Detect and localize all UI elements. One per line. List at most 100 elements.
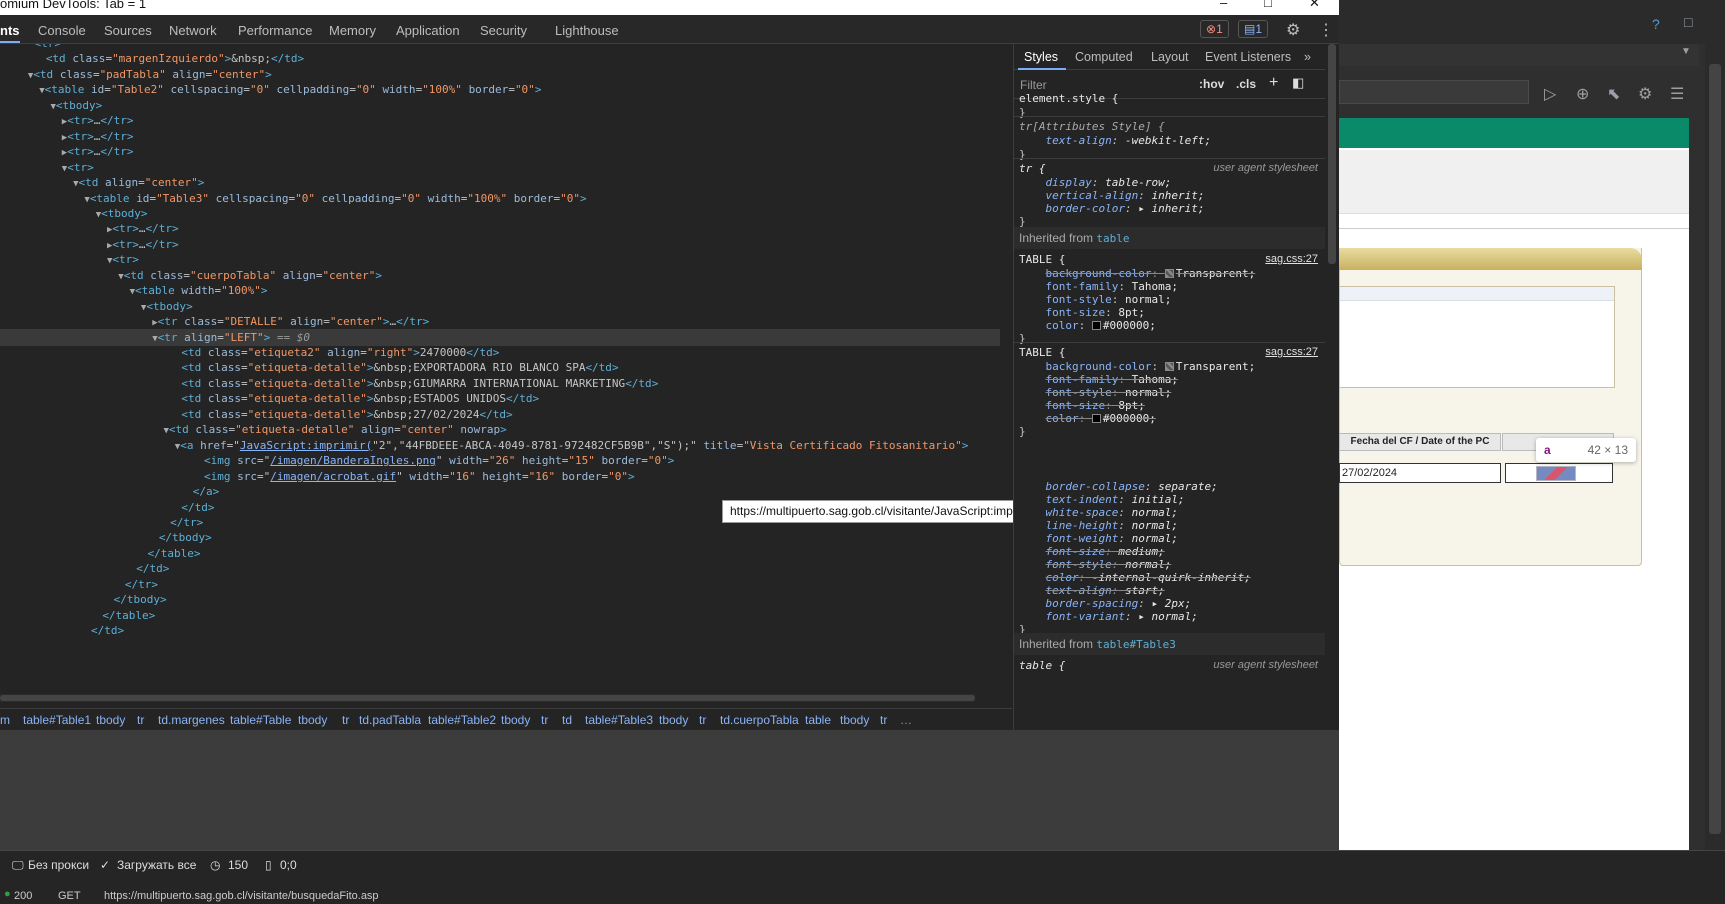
tab-lighthouse[interactable]: Lighthouse [555, 23, 619, 38]
dom-node[interactable]: </a> [186, 483, 220, 500]
resource-link[interactable]: /imagen/acrobat.gif [270, 470, 396, 483]
dom-node[interactable]: ▼<td class="etiqueta-detalle" align="cen… [164, 421, 507, 438]
breadcrumb-item[interactable]: td [562, 713, 572, 727]
breadcrumb-item[interactable]: tbody [96, 713, 125, 727]
dom-node[interactable]: </tr> [118, 576, 158, 593]
tab-console[interactable]: Console [38, 23, 86, 38]
dom-node[interactable]: ▼<tbody> [96, 205, 148, 222]
dom-node[interactable]: <img src="/imagen/acrobat.gif" width="16… [197, 468, 635, 485]
dom-node[interactable]: <td class="etiqueta-detalle">&nbsp;GIUMA… [175, 375, 658, 392]
dom-node[interactable]: ▼<tr> [107, 251, 139, 268]
styles-filter-input[interactable]: Filter [1020, 78, 1047, 92]
view-certificate-link[interactable] [1505, 463, 1613, 483]
dom-node[interactable]: ▶<tr>…</tr> [62, 128, 134, 145]
dom-node-selected[interactable]: ▼<tr align="LEFT"> == $0 [0, 328, 1000, 346]
dom-node[interactable]: <img src="/imagen/BanderaIngles.png" wid… [197, 452, 674, 469]
dom-node[interactable]: </tr> [164, 514, 203, 531]
english-flag-icon[interactable] [1536, 466, 1576, 481]
dom-node[interactable]: </td> [175, 499, 214, 516]
chevron-down-icon[interactable]: ▼ [1681, 46, 1691, 57]
breadcrumb-item[interactable]: tbody [659, 713, 688, 727]
breadcrumb-item[interactable]: tr [699, 713, 706, 727]
breadcrumb-item[interactable]: tbody [501, 713, 530, 727]
load-all-status[interactable]: Загружать все [117, 858, 196, 872]
message-badge[interactable]: ▤1 [1238, 20, 1269, 38]
tab-elements[interactable]: nts [0, 23, 20, 38]
tab-application[interactable]: Application [396, 23, 460, 38]
tab-layout[interactable]: Layout [1151, 50, 1189, 64]
dom-node[interactable]: ▼<td class="cuerpoTabla" align="center"> [118, 267, 382, 284]
tab-security[interactable]: Security [480, 23, 527, 38]
elements-tree[interactable]: <tr> <td class="margenIzquierdo">&nbsp;<… [0, 44, 1000, 708]
maximize-icon[interactable]: □ [1264, 0, 1272, 9]
breadcrumb-item[interactable]: tr [137, 713, 144, 727]
dom-node[interactable]: ▼<tbody> [141, 298, 193, 315]
cursor-icon[interactable]: ⬉ [1607, 84, 1620, 104]
add-rule-icon[interactable]: + [1269, 74, 1278, 92]
styles-scrollbar[interactable] [1325, 44, 1339, 730]
breadcrumb-item[interactable]: td.margenes [158, 713, 225, 727]
address-bar[interactable] [1339, 80, 1529, 104]
settings-gear-icon[interactable]: ⚙ [1286, 20, 1300, 40]
breadcrumb-item[interactable]: table#Table [230, 713, 291, 727]
tab-memory[interactable]: Memory [329, 23, 376, 38]
breadcrumb-item[interactable]: m [0, 713, 10, 727]
dom-node[interactable]: <td class="margenIzquierdo">&nbsp;</td> [39, 50, 304, 67]
dom-node[interactable]: ▶<tr>…</tr> [62, 143, 134, 160]
dom-node[interactable]: <td class="etiqueta2" align="right">2470… [175, 344, 499, 361]
dom-node[interactable]: </table> [141, 545, 201, 562]
resource-link[interactable]: JavaScript:imprimir( [240, 439, 372, 452]
breadcrumb-item[interactable]: tr [880, 713, 887, 727]
breadcrumb-item[interactable]: td.cuerpoTabla [720, 713, 799, 727]
page-scrollbar[interactable] [1705, 44, 1725, 850]
dom-node[interactable]: ▶<tr>…</tr> [107, 220, 179, 237]
dom-node[interactable]: <td class="etiqueta-detalle">&nbsp;ESTAD… [175, 390, 539, 407]
tab-event-listeners[interactable]: Event Listeners [1205, 50, 1291, 64]
dom-node[interactable]: ▼<table id="Table3" cellspacing="0" cell… [84, 190, 586, 207]
extension-icon[interactable]: ⚙ [1638, 84, 1652, 104]
dom-node[interactable]: ▼<td class="padTabla" align="center"> [28, 66, 272, 83]
dom-node[interactable]: ▼<tr> [62, 159, 94, 176]
breadcrumb-item[interactable]: table [805, 713, 831, 727]
elements-horizontal-scrollbar[interactable] [0, 694, 975, 702]
tab-sources[interactable]: Sources [104, 23, 152, 38]
breadcrumb-item[interactable]: table#Table1 [23, 713, 91, 727]
breadcrumb-item[interactable]: tr [541, 713, 548, 727]
close-icon[interactable]: ✕ [1309, 0, 1320, 9]
breadcrumb-item[interactable]: tbody [840, 713, 869, 727]
tab-computed[interactable]: Computed [1075, 50, 1133, 64]
breadcrumb-item[interactable]: td.padTabla [359, 713, 421, 727]
error-badge[interactable]: ⊗1 [1200, 20, 1229, 38]
dom-node[interactable]: ▶<tr>…</tr> [62, 112, 134, 129]
more-tabs-icon[interactable]: » [1304, 50, 1311, 64]
dom-node[interactable]: ▼<a href="JavaScript:imprimir("2","44FBD… [175, 437, 969, 454]
breadcrumb-item[interactable]: … [900, 713, 912, 727]
hov-toggle[interactable]: :hov [1199, 77, 1224, 91]
dom-node[interactable]: ▶<tr class="DETALLE" align="center">…</t… [152, 313, 429, 330]
breadcrumb-item[interactable]: tbody [298, 713, 327, 727]
toggle-sidebar-icon[interactable]: ◧ [1292, 75, 1304, 91]
minimize-icon[interactable]: – [1220, 0, 1227, 9]
help-icon[interactable]: ? [1652, 16, 1660, 32]
more-options-icon[interactable]: ⋮ [1318, 20, 1334, 40]
breadcrumb-item[interactable]: table#Table2 [428, 713, 496, 727]
cls-toggle[interactable]: .cls [1236, 77, 1256, 91]
dom-node[interactable]: ▼<table id="Table2" cellspacing="0" cell… [39, 81, 541, 98]
proxy-status[interactable]: Без прокси [28, 858, 89, 872]
dom-node[interactable]: </td> [84, 622, 124, 639]
dom-node[interactable]: ▶<tr>…</tr> [107, 236, 179, 253]
dom-node[interactable]: ▼<td align="center"> [73, 174, 204, 191]
dom-node[interactable]: </table> [96, 607, 155, 624]
tab-performance[interactable]: Performance [238, 23, 312, 38]
tab-styles[interactable]: Styles [1024, 50, 1058, 64]
dom-node[interactable]: ▼<table width="100%"> [130, 282, 268, 299]
network-request-row[interactable]: ● 200 GET https://multipuerto.sag.gob.cl… [0, 888, 700, 904]
dom-node[interactable]: <td class="etiqueta-detalle">&nbsp;EXPOR… [175, 359, 618, 376]
menu-icon[interactable]: ☰ [1670, 84, 1684, 104]
dom-node[interactable]: ▼<tbody> [51, 97, 103, 114]
tab-network[interactable]: Network [169, 23, 217, 38]
resource-link[interactable]: /imagen/BanderaIngles.png [270, 454, 436, 467]
add-circle-icon[interactable]: ⊕ [1576, 84, 1589, 104]
breadcrumb-item[interactable]: tr [342, 713, 349, 727]
play-icon[interactable]: ▷ [1544, 84, 1556, 104]
